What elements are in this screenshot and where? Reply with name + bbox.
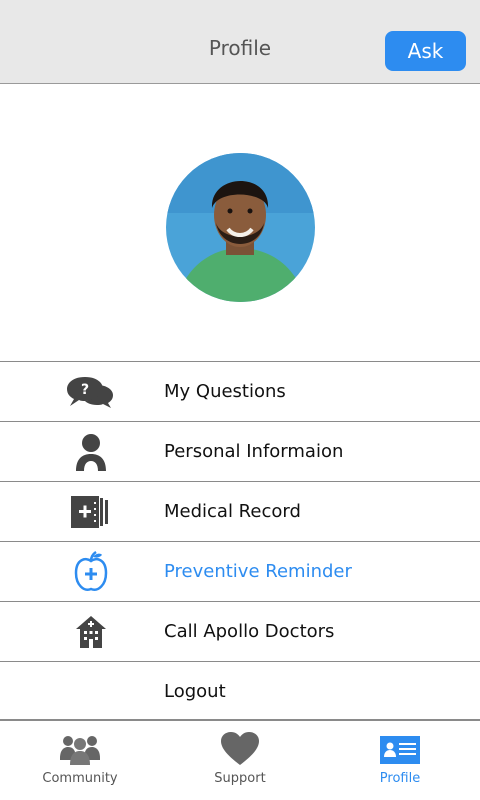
tab-label: Support: [214, 771, 266, 786]
menu-item-label: Personal Informaion: [164, 441, 344, 462]
menu-item-my-questions[interactable]: ? My Questions: [0, 361, 480, 421]
community-icon: [0, 732, 160, 768]
menu-item-label: Call Apollo Doctors: [164, 621, 335, 642]
tab-label: Community: [42, 771, 118, 786]
tab-support[interactable]: Support: [160, 722, 320, 800]
apple-plus-icon: [66, 550, 116, 594]
menu-item-label: Medical Record: [164, 501, 301, 522]
bottom-tab-bar: Community Support Profile: [0, 722, 480, 800]
profile-card-icon: [320, 732, 480, 768]
ask-button[interactable]: Ask: [385, 31, 466, 71]
menu-item-preventive-reminder[interactable]: Preventive Reminder: [0, 541, 480, 601]
profile-menu: ? My Questions Personal Informaion Medic…: [0, 361, 480, 721]
menu-item-logout[interactable]: Logout: [0, 661, 480, 721]
chat-question-icon: ?: [66, 370, 116, 414]
menu-item-medical-record[interactable]: Medical Record: [0, 481, 480, 541]
tab-profile[interactable]: Profile: [320, 722, 480, 800]
menu-item-label: Preventive Reminder: [164, 561, 352, 582]
heart-icon: [160, 732, 320, 768]
tab-label: Profile: [379, 771, 421, 786]
menu-item-call-apollo-doctors[interactable]: Call Apollo Doctors: [0, 601, 480, 661]
top-bar: Profile Ask: [0, 0, 480, 84]
avatar[interactable]: [166, 153, 315, 302]
person-icon: [66, 430, 116, 474]
medical-record-icon: [66, 490, 116, 534]
logout-label: Logout: [164, 681, 226, 702]
tab-community[interactable]: Community: [0, 722, 160, 800]
avatar-photo: [166, 153, 315, 302]
hospital-icon: [66, 610, 116, 654]
svg-text:?: ?: [81, 382, 89, 398]
menu-item-personal-information[interactable]: Personal Informaion: [0, 421, 480, 481]
menu-item-label: My Questions: [164, 381, 286, 402]
